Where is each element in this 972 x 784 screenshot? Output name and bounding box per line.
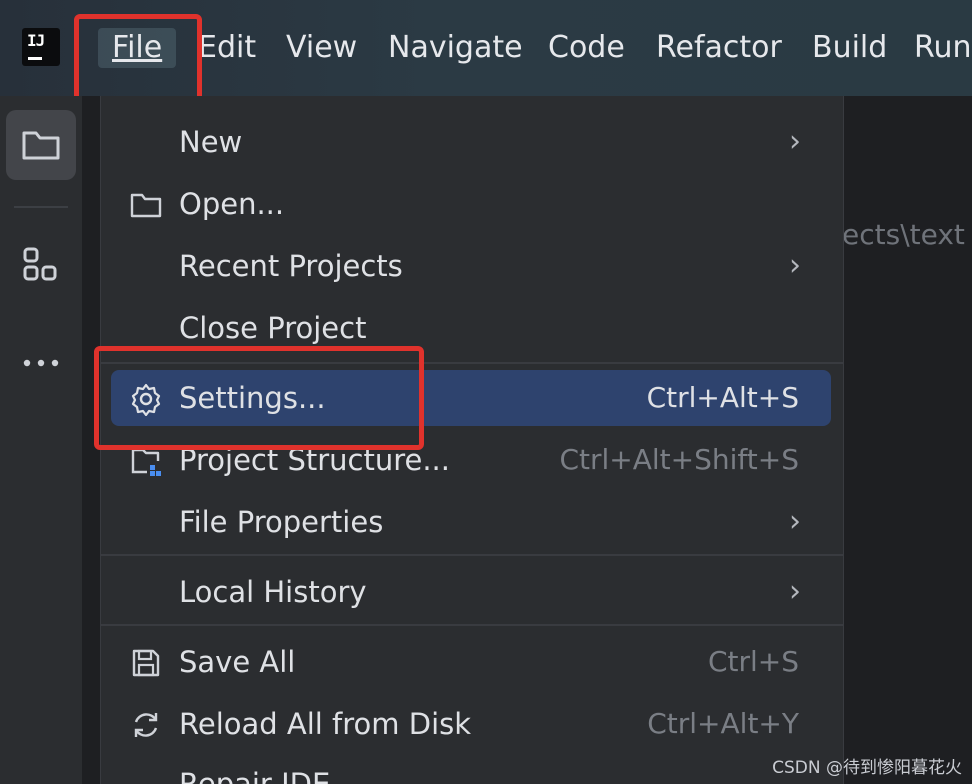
- menu-item-recent-projects[interactable]: Recent Projects ›: [111, 238, 831, 294]
- background-path-text: ects\text: [842, 218, 965, 251]
- reload-icon: [134, 713, 158, 737]
- submenu-arrow-icon: ›: [789, 574, 801, 609]
- submenu-arrow-icon: ›: [789, 124, 801, 159]
- project-tool-button[interactable]: [6, 110, 76, 180]
- folder-icon: [22, 131, 60, 160]
- menu-item-label: New: [179, 125, 243, 159]
- menu-item-label: Open...: [179, 187, 285, 221]
- menu-navigate[interactable]: Navigate: [388, 28, 523, 68]
- project-structure-icon: [131, 448, 161, 476]
- shortcut-label: Ctrl+Alt+Y: [647, 707, 799, 740]
- menu-run[interactable]: Run: [914, 28, 972, 68]
- menu-item-file-properties[interactable]: File Properties ›: [111, 494, 831, 550]
- gear-icon: [131, 383, 161, 416]
- menu-build[interactable]: Build: [812, 28, 887, 68]
- menu-item-save-all[interactable]: Save All Ctrl+S: [111, 634, 831, 690]
- more-tools-button[interactable]: [6, 328, 76, 398]
- intellij-logo-icon[interactable]: IJ: [22, 28, 60, 66]
- tool-window-strip: [0, 96, 83, 784]
- menu-item-settings[interactable]: Settings... Ctrl+Alt+S: [111, 370, 831, 426]
- menu-item-close-project[interactable]: Close Project: [111, 300, 831, 356]
- menu-item-open[interactable]: Open...: [111, 176, 831, 232]
- submenu-arrow-icon: ›: [789, 248, 801, 283]
- menu-item-reload-all[interactable]: Reload All from Disk Ctrl+Alt+Y: [111, 696, 831, 752]
- menu-item-repair-ide[interactable]: Repair IDE: [111, 756, 831, 784]
- file-menu-dropdown: New › Open... Recent Projects › Close Pr…: [100, 96, 844, 784]
- menu-separator: [101, 624, 843, 626]
- menu-edit[interactable]: Edit: [198, 28, 256, 68]
- menu-view[interactable]: View: [286, 28, 357, 68]
- menu-item-label: Settings...: [179, 381, 326, 415]
- shortcut-label: Ctrl+Alt+Shift+S: [559, 443, 799, 476]
- logo-text: IJ: [27, 31, 45, 50]
- save-icon: [132, 649, 160, 677]
- submenu-arrow-icon: ›: [789, 504, 801, 539]
- menu-item-label: Repair IDE: [179, 767, 331, 784]
- menu-separator: [101, 554, 843, 556]
- structure-tool-button[interactable]: [6, 230, 76, 300]
- menu-item-label: Local History: [179, 575, 367, 609]
- tool-separator: [14, 206, 68, 208]
- menu-item-label: File Properties: [179, 505, 384, 539]
- menu-separator: [101, 362, 843, 364]
- shortcut-label: Ctrl+S: [707, 645, 799, 678]
- menu-item-local-history[interactable]: Local History ›: [111, 564, 831, 620]
- menu-item-label: Save All: [179, 645, 296, 679]
- menu-code[interactable]: Code: [548, 28, 625, 68]
- menu-item-label: Reload All from Disk: [179, 707, 472, 741]
- menu-item-label: Close Project: [179, 311, 367, 345]
- menu-item-new[interactable]: New ›: [111, 114, 831, 170]
- more-icon: [23, 359, 59, 367]
- menu-file-label: File: [112, 30, 163, 65]
- main-menubar: IJ File Edit View Navigate Code Refactor…: [0, 0, 972, 96]
- menu-item-project-structure[interactable]: Project Structure... Ctrl+Alt+Shift+S: [111, 432, 831, 488]
- menu-refactor[interactable]: Refactor: [656, 28, 782, 68]
- menu-item-label: Recent Projects: [179, 249, 403, 283]
- shortcut-label: Ctrl+Alt+S: [646, 381, 799, 414]
- folder-icon: [130, 193, 162, 218]
- structure-icon: [23, 247, 57, 281]
- watermark-text: CSDN @待到惨阳暮花火: [772, 758, 962, 778]
- logo-bar: [28, 57, 42, 60]
- menu-file[interactable]: File: [98, 28, 177, 68]
- menu-item-label: Project Structure...: [179, 443, 450, 477]
